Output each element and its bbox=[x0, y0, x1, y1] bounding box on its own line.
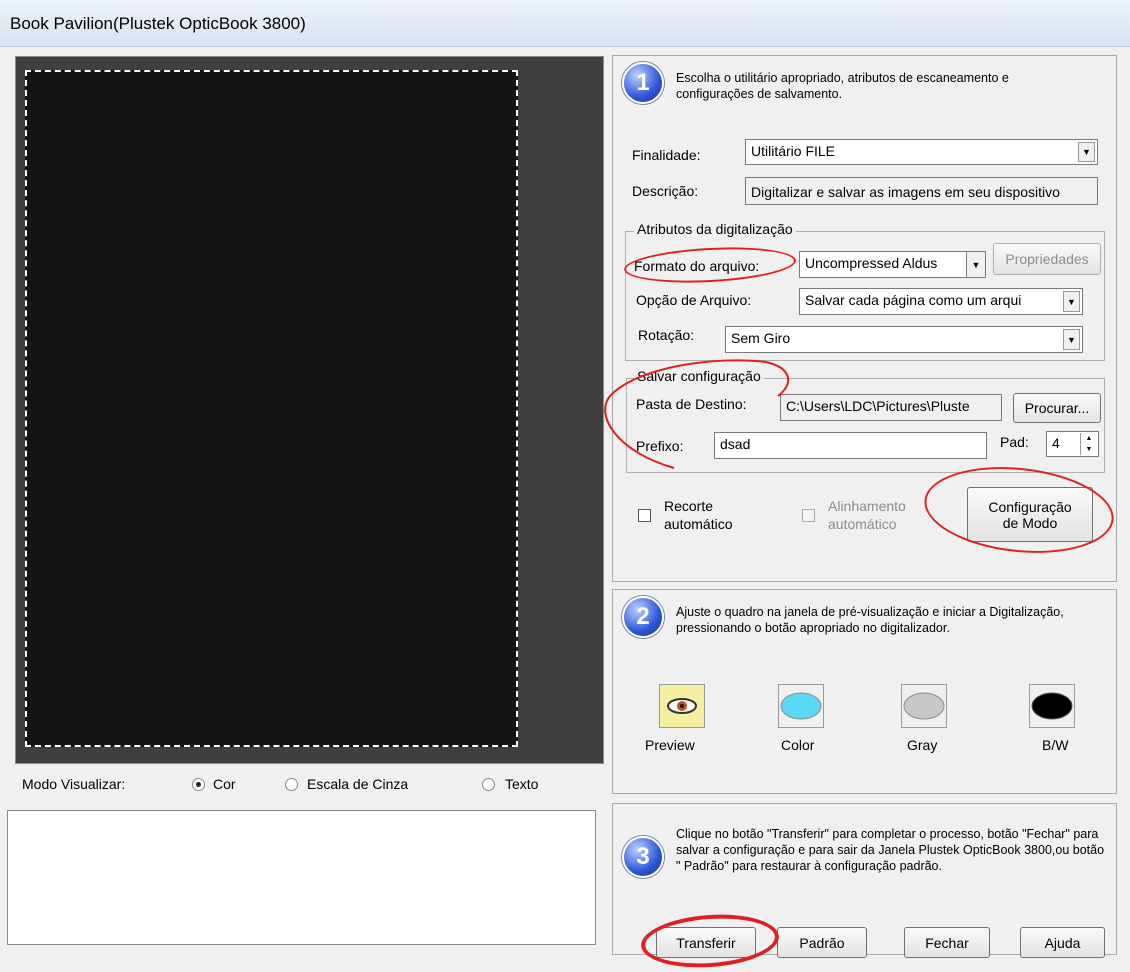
description-label: Descrição: bbox=[632, 183, 699, 199]
auto-crop-label-line1: Recorte bbox=[664, 498, 714, 514]
auto-crop-label-line2: automático bbox=[664, 516, 733, 532]
step1-badge: 1 bbox=[622, 62, 664, 104]
view-mode-gray-label: Escala de Cinza bbox=[307, 776, 409, 792]
auto-crop-label: Recorte automático bbox=[664, 497, 732, 533]
step1-instructions: Escolha o utilitário apropriado, atribut… bbox=[676, 71, 1009, 101]
view-mode-label: Modo Visualizar: bbox=[22, 776, 126, 792]
auto-align-label: Alinhamento automático bbox=[828, 497, 906, 533]
annotation-save-config-circle bbox=[604, 359, 790, 469]
file-option-value: Salvar cada página como um arqui bbox=[805, 292, 1022, 308]
color-label: Color bbox=[781, 737, 815, 753]
auto-align-label-line2: automático bbox=[828, 516, 897, 532]
step3-badge: 3 bbox=[622, 836, 664, 878]
window-title: Book Pavilion(Plustek OpticBook 3800) bbox=[10, 14, 306, 33]
step2-instructions: Ajuste o quadro na janela de pré-visuali… bbox=[676, 605, 1064, 635]
file-option-label: Opção de Arquivo: bbox=[636, 292, 752, 308]
view-mode-color-radio[interactable] bbox=[192, 778, 205, 791]
gray-glyph bbox=[903, 692, 945, 720]
preview-image[interactable] bbox=[25, 70, 518, 747]
view-mode-text-radio[interactable] bbox=[482, 778, 495, 791]
auto-align-checkbox[interactable] bbox=[802, 509, 815, 522]
file-format-value: Uncompressed Aldus bbox=[805, 255, 938, 271]
eye-icon[interactable] bbox=[659, 684, 705, 728]
step2-badge: 2 bbox=[622, 596, 664, 638]
close-button[interactable]: Fechar bbox=[904, 927, 990, 958]
dest-folder-field[interactable]: C:\Users\LDC\Pictures\Pluste bbox=[780, 394, 1002, 421]
rotation-select[interactable]: Sem Giro ▼ bbox=[725, 326, 1083, 353]
chevron-down-icon: ▼ bbox=[1063, 291, 1080, 312]
auto-crop-checkbox[interactable] bbox=[638, 509, 651, 522]
file-option-select[interactable]: Salvar cada página como um arqui ▼ bbox=[799, 288, 1083, 315]
pad-label: Pad: bbox=[1000, 434, 1029, 450]
scan-attributes-title: Atributos da digitalização bbox=[634, 221, 796, 237]
purpose-value: Utilitário FILE bbox=[751, 143, 836, 159]
view-mode-gray-radio[interactable] bbox=[285, 778, 298, 791]
browse-button[interactable]: Procurar... bbox=[1013, 393, 1101, 423]
color-glyph bbox=[780, 692, 822, 720]
bw-label: B/W bbox=[1042, 737, 1069, 753]
properties-button[interactable]: Propriedades bbox=[993, 243, 1101, 275]
chevron-down-icon: ▼ bbox=[1063, 329, 1080, 350]
file-format-select[interactable]: Uncompressed Aldus bbox=[799, 251, 967, 278]
description-field: Digitalizar e salvar as imagens em seu d… bbox=[745, 177, 1098, 205]
preview-label: Preview bbox=[645, 737, 695, 753]
gray-label: Gray bbox=[907, 737, 938, 753]
gray-icon[interactable] bbox=[901, 684, 947, 728]
eye-glyph bbox=[667, 698, 697, 714]
purpose-select[interactable]: Utilitário FILE ▼ bbox=[745, 139, 1098, 165]
file-format-dropdown-icon[interactable]: ▼ bbox=[966, 251, 986, 278]
bw-glyph bbox=[1031, 692, 1073, 720]
chevron-down-icon: ▼ bbox=[1078, 142, 1095, 162]
color-icon[interactable] bbox=[778, 684, 824, 728]
stepper-up-icon[interactable]: ▲ bbox=[1080, 433, 1097, 444]
default-button[interactable]: Padrão bbox=[777, 927, 867, 958]
view-mode-color-label: Cor bbox=[213, 776, 236, 792]
status-log-box bbox=[7, 810, 596, 945]
auto-align-label-line1: Alinhamento bbox=[828, 498, 906, 514]
rotation-label: Rotação: bbox=[638, 327, 695, 343]
step3-instructions: Clique no botão "Transferir" para comple… bbox=[676, 827, 1105, 873]
rotation-value: Sem Giro bbox=[731, 330, 791, 346]
purpose-label: Finalidade: bbox=[632, 147, 701, 163]
stepper-down-icon[interactable]: ▼ bbox=[1080, 444, 1097, 455]
pad-value: 4 bbox=[1052, 435, 1060, 451]
view-mode-text-label: Texto bbox=[505, 776, 539, 792]
bw-icon[interactable] bbox=[1029, 684, 1075, 728]
help-button[interactable]: Ajuda bbox=[1020, 927, 1105, 958]
